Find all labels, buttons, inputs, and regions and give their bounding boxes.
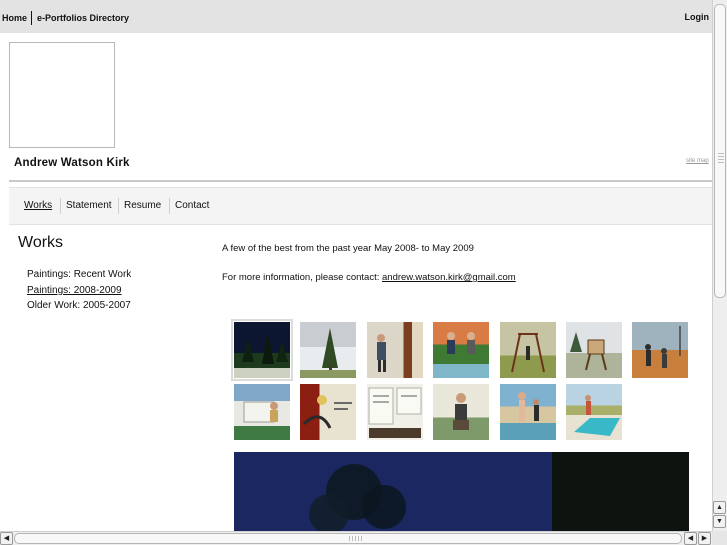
nav-resume[interactable]: Resume [124, 200, 161, 211]
figures-misty-field-painting-image [645, 326, 681, 368]
swing-frame-painting-image [511, 333, 545, 373]
featured-painting-image [234, 452, 689, 531]
sitemap-link[interactable]: site map [686, 158, 709, 164]
top-bar: Home e-Portfolios Directory Login [0, 0, 712, 33]
red-abstract-painting-image [302, 395, 352, 429]
thumbnail-easel-landscape-painting[interactable] [566, 322, 622, 378]
down-arrow-icon[interactable]: ▼ [713, 515, 726, 528]
nav-contact[interactable]: Contact [175, 200, 209, 211]
woman-reading-painting-image [243, 401, 278, 423]
thumbnail-man-doorway-painting[interactable] [367, 322, 423, 378]
man-doorway-painting-image [377, 334, 386, 372]
thumbnail-woman-reading-painting[interactable] [234, 384, 290, 440]
contact-email-link[interactable]: andrew.watson.kirk@gmail.com [382, 272, 516, 283]
thumbnail-figures-misty-field-painting[interactable] [632, 322, 688, 378]
profile-image [9, 42, 115, 148]
thumbnail-red-abstract-painting[interactable] [300, 384, 356, 440]
contact-label: For more information, please contact: [222, 272, 382, 283]
vertical-scroll-thumb[interactable] [714, 4, 726, 298]
header-divider [9, 180, 713, 182]
home-link[interactable]: Home [2, 13, 27, 23]
left-arrow-icon[interactable]: ◀ [0, 532, 13, 545]
intro-text: A few of the best from the past year May… [222, 243, 474, 254]
horizontal-scrollbar[interactable]: ◀ ◀ ▶ [0, 531, 712, 545]
sidebar-link-older-work[interactable]: Older Work: 2005-2007 [27, 300, 131, 311]
nav-works[interactable]: Works [24, 200, 52, 211]
featured-painting-art [234, 452, 689, 531]
nav-statement[interactable]: Statement [66, 200, 112, 211]
thumbnail-seated-man-painting[interactable] [433, 384, 489, 440]
login-link[interactable]: Login [685, 12, 710, 22]
easel-landscape-painting-image [570, 332, 607, 371]
seated-man-painting-image [453, 393, 469, 430]
thumbnail-pine-tree-snow-painting[interactable] [300, 322, 356, 378]
night-forest-painting-image [242, 332, 288, 364]
left-arrow-icon[interactable]: ◀ [684, 532, 697, 545]
thumbnail-figures-pool-painting[interactable] [433, 322, 489, 378]
nav-divider [118, 198, 119, 214]
thumbnail-notes-papers-painting[interactable] [367, 384, 423, 440]
thumbnail-swimming-pool-painting[interactable] [566, 384, 622, 440]
swimming-pool-painting-image [574, 395, 620, 436]
thumbnail-night-forest-painting[interactable] [231, 319, 293, 381]
sidebar-link-2008-2009[interactable]: Paintings: 2008-2009 [27, 285, 122, 296]
section-title: Works [18, 234, 64, 251]
sidebar-link-recent-work[interactable]: Paintings: Recent Work [27, 269, 131, 280]
scroll-grip-icon [718, 153, 724, 165]
nav-divider [60, 198, 61, 214]
notes-papers-painting-image [368, 387, 422, 438]
vertical-scrollbar[interactable]: ▲ ▼ [712, 0, 727, 531]
scrollbar-corner [712, 531, 727, 545]
artist-name: Andrew Watson Kirk [14, 157, 130, 169]
pine-tree-snow-painting-image [300, 328, 356, 378]
up-arrow-icon[interactable]: ▲ [713, 501, 726, 514]
figures-pool-painting-image [447, 332, 475, 354]
thumbnail-standing-figures-painting[interactable] [500, 384, 556, 440]
standing-figures-painting-image [518, 392, 539, 422]
scroll-grip-icon [349, 536, 363, 541]
right-arrow-icon[interactable]: ▶ [698, 532, 711, 545]
thumbnail-swing-frame-painting[interactable] [500, 322, 556, 378]
contact-text: For more information, please contact: an… [222, 272, 516, 283]
topbar-divider [31, 11, 32, 25]
eportfolios-directory-link[interactable]: e-Portfolios Directory [37, 13, 129, 23]
nav-divider [169, 198, 170, 214]
horizontal-scroll-thumb[interactable] [14, 533, 682, 544]
main-nav: Works Statement Resume Contact [9, 187, 712, 225]
